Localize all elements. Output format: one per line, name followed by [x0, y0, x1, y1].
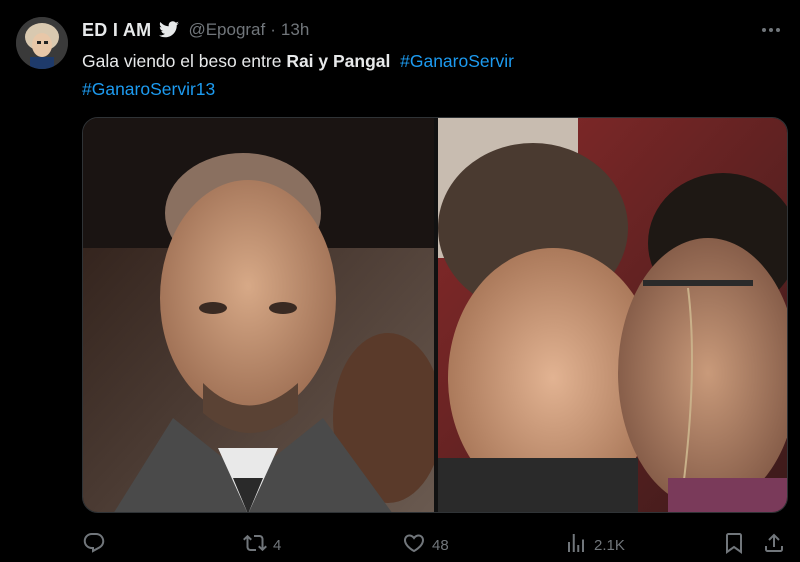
bookmark-icon: [722, 531, 746, 559]
display-name[interactable]: ED I AM: [82, 20, 151, 41]
tweet-text: Gala viendo el beso entre Rai y Pangal #…: [82, 47, 782, 103]
heart-icon: [402, 531, 426, 559]
tweet-text-bold: Rai y Pangal: [286, 51, 391, 71]
bird-icon: [158, 21, 180, 39]
views-count: 2.1K: [594, 536, 625, 554]
hashtag-link[interactable]: #GanaroServir: [400, 51, 514, 71]
separator: ·: [270, 20, 276, 39]
share-icon: [762, 531, 786, 559]
hashtag-link-2[interactable]: #GanaroServir13: [82, 79, 215, 99]
retweet-button[interactable]: 4: [243, 528, 281, 562]
media-photo-right[interactable]: [438, 118, 787, 512]
media-photo-left[interactable]: [83, 118, 443, 512]
views-icon: [564, 531, 588, 559]
tweet: ED I AM @Epograf · 13h Gala viendo el be…: [0, 0, 800, 562]
reply-button[interactable]: [82, 528, 112, 562]
retweet-icon: [243, 531, 267, 559]
timestamp[interactable]: 13h: [281, 20, 309, 40]
tweet-text-prefix: Gala viendo el beso entre: [82, 51, 287, 71]
tweet-actions: 4 48 2.1K: [82, 528, 792, 562]
tweet-header: ED I AM @Epograf · 13h: [82, 17, 309, 43]
reply-icon: [82, 531, 106, 559]
tweet-media[interactable]: [82, 117, 788, 513]
retweet-count: 4: [273, 536, 282, 554]
like-button[interactable]: 48: [402, 528, 449, 562]
like-count: 48: [432, 536, 449, 554]
more-icon[interactable]: [756, 17, 786, 43]
share-button[interactable]: [762, 528, 786, 562]
avatar[interactable]: [16, 17, 68, 69]
views-button[interactable]: 2.1K: [564, 528, 625, 562]
handle[interactable]: @Epograf: [188, 20, 265, 40]
bookmark-button[interactable]: [722, 528, 746, 562]
